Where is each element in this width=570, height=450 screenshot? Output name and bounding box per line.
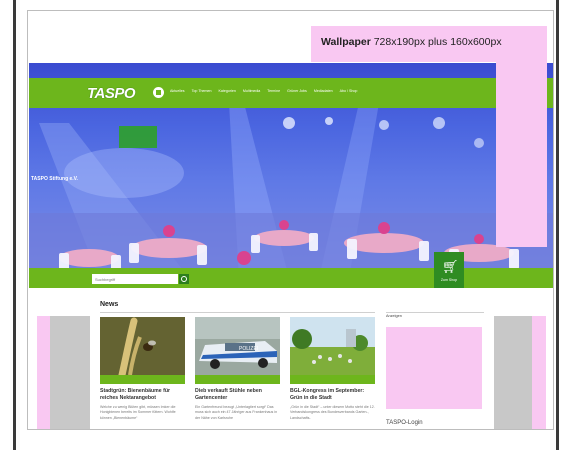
nav-item-abo-shop[interactable]: Abo / Shop	[340, 89, 358, 93]
gray-margin-left	[50, 316, 90, 429]
news-article-accent	[290, 375, 375, 384]
wallpaper-ad-skyscraper[interactable]	[496, 62, 547, 247]
website-screenshot: TASPO Stiftung e.V. TASPO Aktuelles Top …	[27, 10, 554, 430]
news-divider	[100, 312, 375, 313]
news-article-image[interactable]	[290, 317, 375, 375]
search-bar	[29, 268, 553, 288]
news-article-teaser: Ein Gartenfreund bezugt „Unterlagtiert s…	[195, 405, 278, 420]
sidebar-heading: Anzeigen	[386, 314, 402, 318]
wallpaper-ad-size: 728x190px plus 160x600px	[370, 36, 502, 48]
news-article-headline[interactable]: Dieb verkauft Stühle neben Gartencenter	[195, 388, 280, 402]
nav-item-mediadaten[interactable]: Mediadaten	[314, 89, 333, 93]
news-article-accent	[100, 375, 185, 384]
news-article-accent	[195, 375, 280, 384]
news-article[interactable]: BGL-Kongress im September: Grün in die S…	[290, 317, 375, 421]
news-article-teaser: „Grün in die Stadt“ – unter diesem Motto…	[290, 405, 375, 420]
search-button[interactable]	[179, 274, 189, 284]
taspo-logo[interactable]: TASPO	[87, 85, 136, 102]
window-border-right	[556, 0, 559, 450]
nav-item-termine[interactable]: Termine	[267, 89, 280, 93]
cart-icon: 🛒︎	[442, 259, 459, 274]
wallpaper-ad-right[interactable]	[532, 316, 546, 429]
nav-item-jobs[interactable]: Grüner Jobs	[287, 89, 307, 93]
shop-button[interactable]: 🛒︎ Zum Shop	[434, 252, 464, 288]
wallpaper-ad-title: Wallpaper	[321, 36, 371, 48]
news-article[interactable]: Stadtgrün: Bienenbäume für reiches Nekta…	[100, 317, 185, 421]
wallpaper-ad-left[interactable]	[37, 316, 50, 429]
home-icon[interactable]	[153, 87, 164, 98]
taspo-login-link[interactable]: TASPO-Login	[386, 420, 423, 426]
wallpaper-ad-banner[interactable]: Wallpaper 728x190px plus 160x600px	[311, 26, 547, 62]
svg-text:POLIZEI: POLIZEI	[239, 346, 258, 352]
news-article-teaser: Welche zu wenig Blüten gibt, müssen Imke…	[100, 405, 176, 420]
news-article-image[interactable]: POLIZEI	[195, 317, 280, 375]
nav-item-multimedia[interactable]: Multimedia	[243, 89, 260, 93]
sidebar-ad[interactable]	[386, 327, 482, 409]
banner-text: TASPO Stiftung e.V.	[31, 176, 78, 182]
nav-item-kategorien[interactable]: Kategorien	[219, 89, 236, 93]
news-heading: News	[100, 301, 119, 308]
nav-item-top-themen[interactable]: Top Themen	[192, 89, 212, 93]
nav-item-aktuelles[interactable]: Aktuelles	[170, 89, 185, 93]
news-article-image[interactable]	[100, 317, 185, 375]
window-border-left	[13, 0, 16, 450]
nav-items: Aktuelles Top Themen Kategorien Multimed…	[170, 89, 357, 93]
news-article[interactable]: POLIZEI Dieb verkauft Stühle neben Garte…	[195, 317, 280, 421]
shop-label: Zum Shop	[440, 278, 458, 282]
sidebar-divider	[386, 312, 484, 313]
gray-margin-right	[494, 316, 532, 429]
news-article-headline[interactable]: BGL-Kongress im September: Grün in die S…	[290, 388, 375, 402]
main-navigation: TASPO Aktuelles Top Themen Kategorien Mu…	[29, 78, 553, 108]
news-article-headline[interactable]: Stadtgrün: Bienenbäume für reiches Nekta…	[100, 388, 185, 402]
search-input[interactable]	[92, 274, 178, 284]
